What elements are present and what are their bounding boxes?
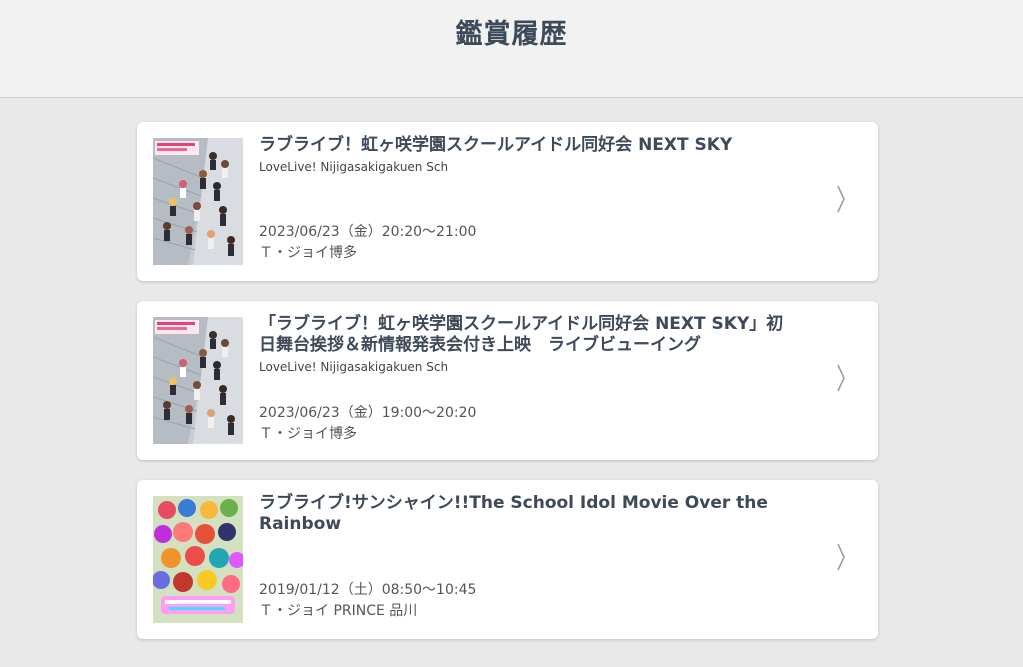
screening-meta: 2023/06/23（金）20:20〜21:00 Ｔ・ジョイ博多 [259, 222, 476, 264]
screening-datetime: 2023/06/23（金）19:00〜20:20 [259, 405, 477, 421]
movie-title: ラブライブ！虹ヶ咲学園スクールアイドル同好会 NEXT SKY [259, 135, 733, 155]
screening-meta: 2019/01/12（土）08:50〜10:45 Ｔ・ジョイ PRINCE 品川 [259, 580, 476, 622]
movie-poster [153, 138, 243, 265]
history-card[interactable]: ラブライブ!サンシャイン!!The School Idol Movie Over… [137, 480, 878, 639]
chevron-right-icon [837, 543, 845, 571]
theater-name: Ｔ・ジョイ PRINCE 品川 [259, 603, 418, 619]
chevron-right-icon [837, 364, 845, 392]
movie-subtitle: LoveLive! Nijigasakigakuen Sch [259, 360, 449, 374]
history-card[interactable]: 「ラブライブ！虹ヶ咲学園スクールアイドル同好会 NEXT SKY」初日舞台挨拶＆… [137, 301, 878, 460]
screening-meta: 2023/06/23（金）19:00〜20:20 Ｔ・ジョイ博多 [259, 403, 476, 445]
screening-datetime: 2019/01/12（土）08:50〜10:45 [259, 582, 477, 598]
movie-poster [153, 317, 243, 444]
movie-title: ラブライブ!サンシャイン!!The School Idol Movie Over… [259, 493, 768, 534]
chevron-right-icon [837, 185, 845, 213]
history-info: ラブライブ!サンシャイン!!The School Idol Movie Over… [259, 493, 799, 626]
theater-name: Ｔ・ジョイ博多 [259, 245, 357, 261]
theater-name: Ｔ・ジョイ博多 [259, 426, 357, 442]
movie-title: 「ラブライブ！虹ヶ咲学園スクールアイドル同好会 NEXT SKY」初日舞台挨拶＆… [259, 314, 784, 355]
movie-poster [153, 496, 243, 623]
history-info: 「ラブライブ！虹ヶ咲学園スクールアイドル同好会 NEXT SKY」初日舞台挨拶＆… [259, 314, 799, 447]
movie-subtitle: LoveLive! Nijigasakigakuen Sch [259, 160, 449, 174]
history-card[interactable]: ラブライブ！虹ヶ咲学園スクールアイドル同好会 NEXT SKY LoveLive… [137, 122, 878, 281]
history-info: ラブライブ！虹ヶ咲学園スクールアイドル同好会 NEXT SKY LoveLive… [259, 135, 799, 268]
page-header: 鑑賞履歴 [0, 0, 1023, 98]
page-title: 鑑賞履歴 [455, 19, 568, 50]
screening-datetime: 2023/06/23（金）20:20〜21:00 [259, 224, 477, 240]
